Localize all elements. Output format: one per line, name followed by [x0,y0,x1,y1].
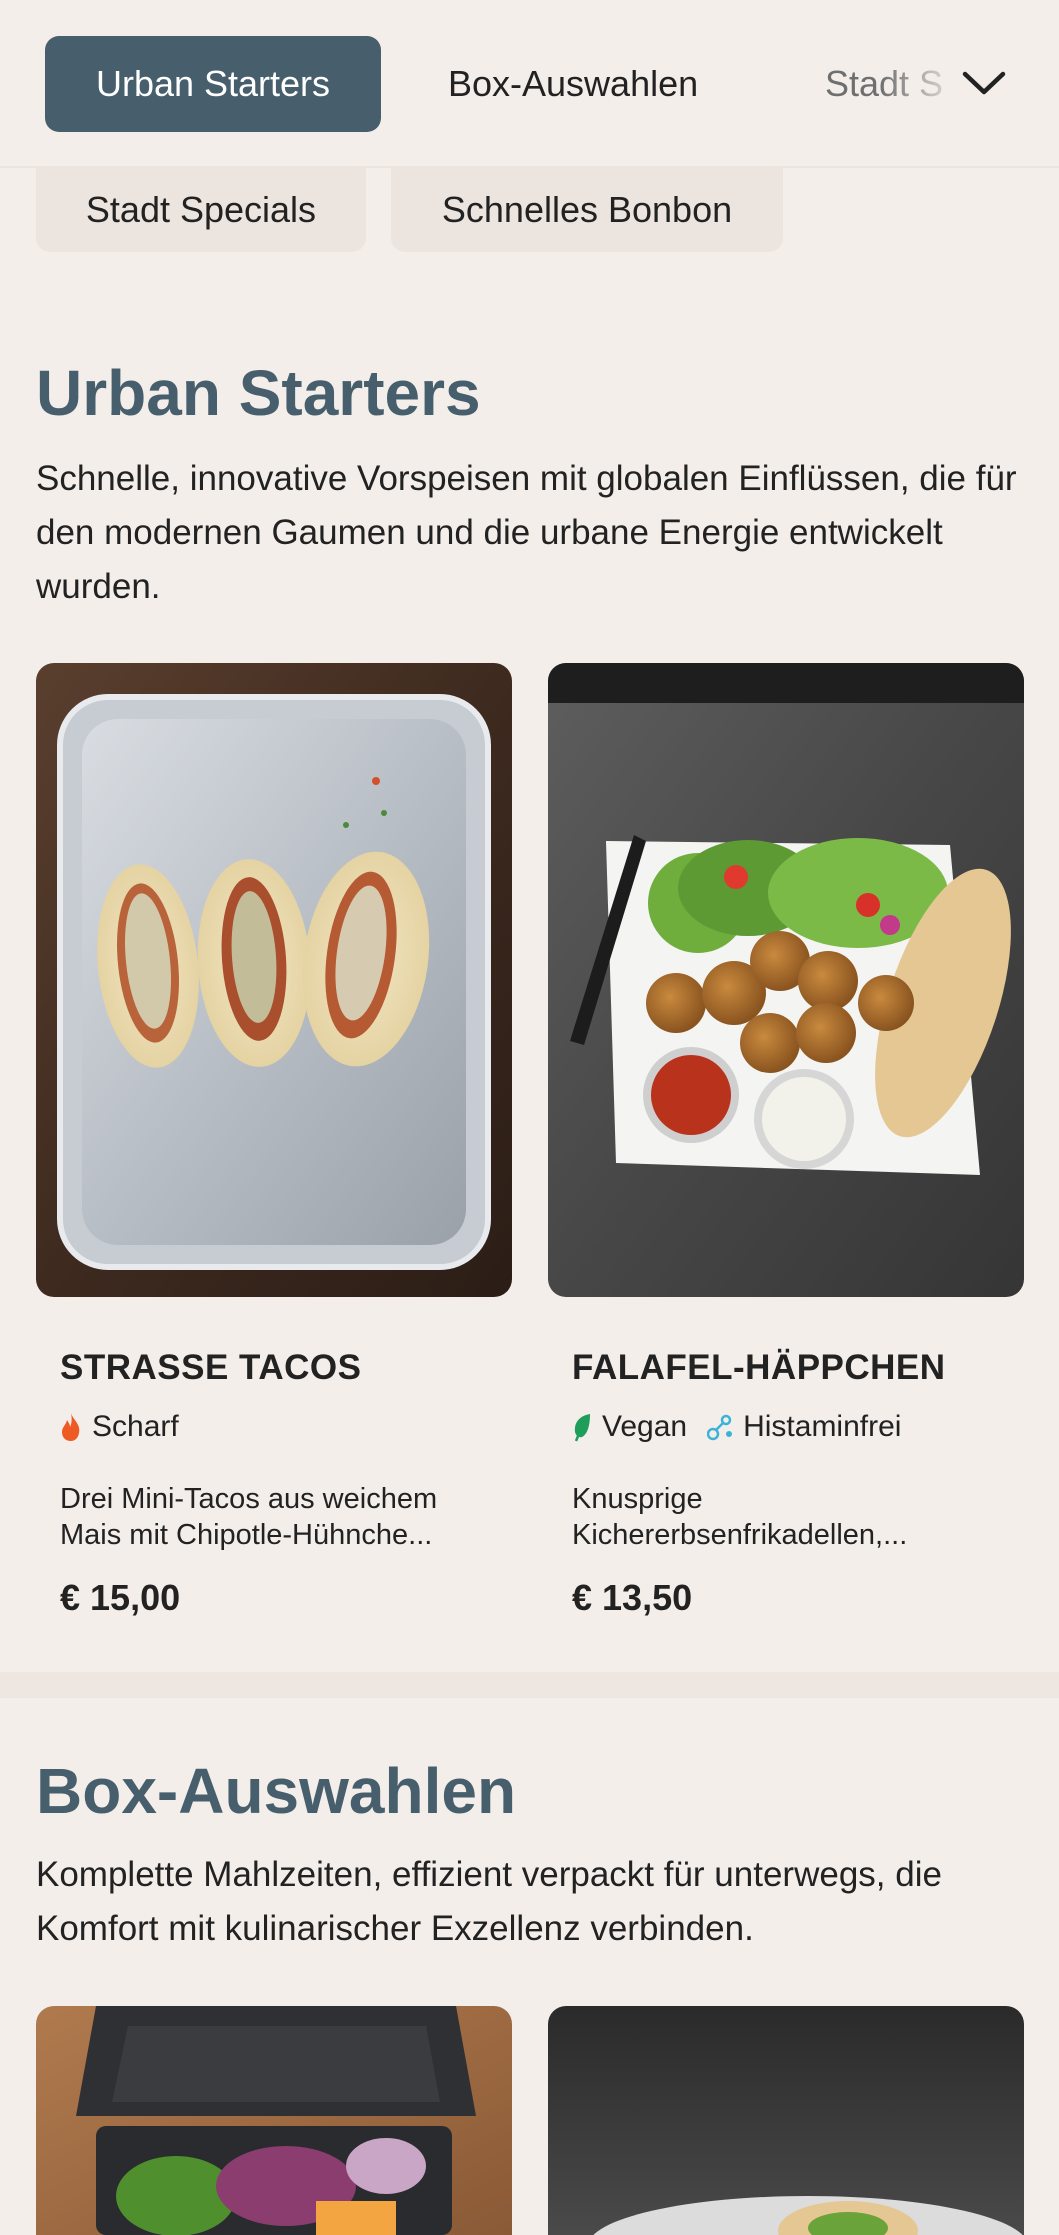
box-image[interactable] [36,2006,512,2235]
section-title: Urban Starters [36,357,481,429]
tag-vegan: Vegan [572,1410,687,1444]
pill-schnelles-bonbon[interactable]: Schnelles Bonbon [391,168,783,252]
chevron-down-icon[interactable] [956,58,1012,108]
item-price: € 15,00 [60,1577,181,1618]
item-price: € 13,50 [572,1577,693,1618]
tag-label: Histaminfrei [743,1410,902,1443]
item-name: STRASSE TACOS [60,1348,362,1387]
section-divider [0,1672,1059,1698]
pill-stadt-specials[interactable]: Stadt Specials [36,168,366,252]
diet-tags: Vegan Histaminfrei [572,1410,921,1444]
tag-label: Vegan [602,1410,688,1443]
tag-scharf: Scharf [60,1410,179,1444]
section-description: Komplette Mahlzeiten, effizient verpackt… [36,1855,942,1948]
tag-histaminfrei: Histaminfrei [707,1410,901,1444]
tab-urban-starters[interactable]: Urban Starters [45,36,381,132]
item-description: Drei Mini-Tacos aus weichem Mais mit Chi… [60,1483,438,1551]
molecule-icon [707,1414,733,1441]
tab-box-auswahlen[interactable]: Box-Auswahlen [448,36,698,132]
diet-tags: Scharf [60,1410,199,1444]
box-image[interactable] [548,2006,1024,2235]
section-description: Schnelle, innovative Vorspeisen mit glob… [36,459,1017,606]
flame-icon [62,1413,80,1441]
falafel-image[interactable] [548,663,1024,1297]
category-nav: Urban Starters Box-Auswahlen Stadt Speci… [0,0,1059,168]
item-name: FALAFEL-HÄPPCHEN [572,1348,946,1387]
item-description: Knusprige Kichererbsenfrikadellen,... [572,1483,908,1551]
tag-label: Scharf [92,1410,179,1443]
section-title: Box-Auswahlen [36,1755,517,1827]
tacos-image[interactable] [36,663,512,1297]
leaf-icon [574,1414,590,1442]
